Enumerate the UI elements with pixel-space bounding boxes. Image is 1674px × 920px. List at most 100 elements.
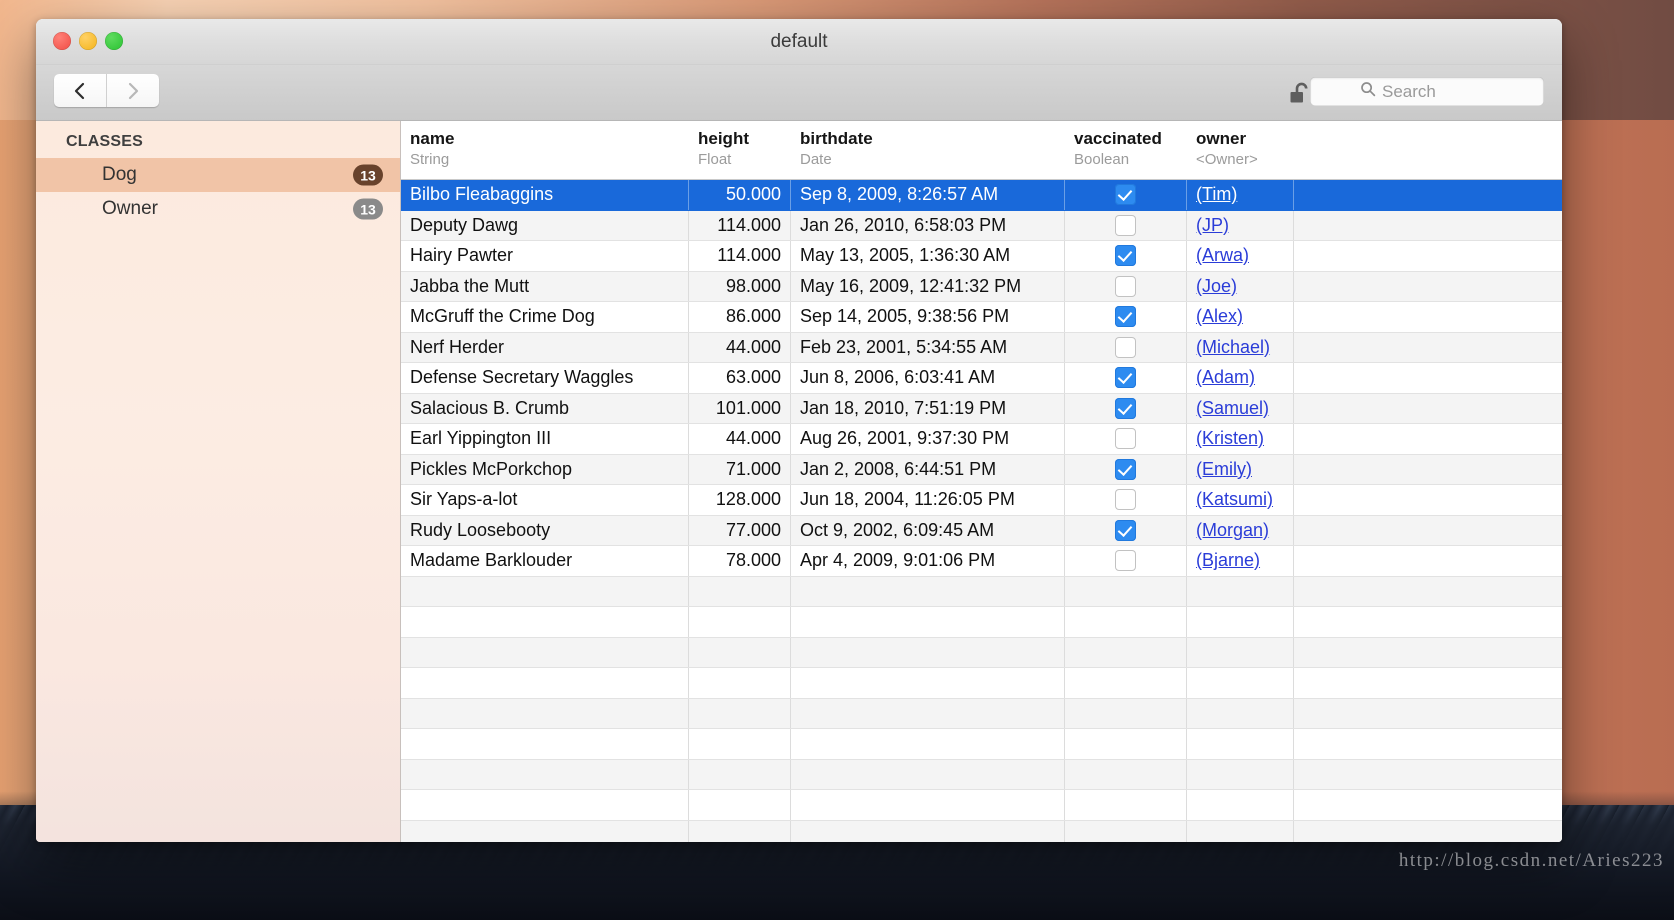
table-row-empty[interactable]: [401, 607, 1562, 638]
owner-link[interactable]: (Arwa): [1196, 245, 1249, 266]
sidebar-item-owner[interactable]: Owner 13: [36, 192, 400, 226]
cell-empty: [1187, 698, 1294, 728]
table-row-empty[interactable]: [401, 668, 1562, 699]
cell-filler: [1294, 241, 1562, 271]
table-row[interactable]: Salacious B. Crumb 101.000 Jan 18, 2010, 7…: [401, 393, 1562, 424]
table-row[interactable]: Pickles McPorkchop 71.000 Jan 2, 2008, 6:4…: [401, 454, 1562, 485]
cell-empty: [1187, 637, 1294, 667]
owner-link[interactable]: (Bjarne): [1196, 550, 1260, 571]
cell-owner: (Morgan): [1187, 515, 1294, 545]
table-row[interactable]: Defense Secretary Waggles 63.000 Jun 8, 20…: [401, 363, 1562, 394]
owner-link[interactable]: (Samuel): [1196, 398, 1269, 419]
sidebar-item-badge: 13: [353, 164, 383, 186]
table-row[interactable]: Deputy Dawg 114.000 Jan 26, 2010, 6:58:03 …: [401, 210, 1562, 241]
cell-vaccinated: [1065, 393, 1187, 423]
table-row-empty[interactable]: [401, 790, 1562, 821]
table-row-empty[interactable]: [401, 759, 1562, 790]
checkbox-unchecked[interactable]: [1115, 489, 1136, 511]
cell-empty: [1065, 698, 1187, 728]
owner-link[interactable]: (Katsumi): [1196, 489, 1273, 510]
owner-link[interactable]: (Emily): [1196, 459, 1252, 480]
table-row[interactable]: Earl Yippington III 44.000 Aug 26, 2001, 9…: [401, 424, 1562, 455]
column-header-type: String: [410, 151, 450, 168]
column-header-type: Float: [698, 151, 732, 168]
cell-empty: [1065, 790, 1187, 820]
forward-button[interactable]: [106, 74, 159, 107]
cell-empty: [1294, 638, 1562, 668]
table-row[interactable]: Nerf Herder 44.000 Feb 23, 2001, 5:34:55 A…: [401, 332, 1562, 363]
checkbox-checked[interactable]: [1115, 458, 1136, 480]
owner-link[interactable]: (Alex): [1196, 306, 1243, 327]
cell-vaccinated: [1065, 454, 1187, 484]
table-row-empty[interactable]: [401, 729, 1562, 760]
cell-birthdate: Oct 9, 2002, 6:09:45 AM: [791, 515, 1065, 545]
cell-empty: [689, 790, 791, 820]
cell-empty: [1065, 607, 1187, 637]
checkbox-checked[interactable]: [1115, 397, 1136, 419]
cell-height: 71.000: [689, 454, 791, 484]
owner-link[interactable]: (JP): [1196, 215, 1229, 236]
table-row-empty[interactable]: [401, 576, 1562, 607]
cell-empty: [689, 576, 791, 606]
table-row[interactable]: Hairy Pawter 114.000 May 13, 2005, 1:36:30…: [401, 241, 1562, 272]
cell-filler: [1294, 516, 1562, 546]
checkbox-checked[interactable]: [1115, 519, 1136, 541]
checkbox-checked[interactable]: [1115, 184, 1136, 206]
cell-birthdate: Jun 8, 2006, 6:03:41 AM: [791, 363, 1065, 393]
table-row-empty[interactable]: [401, 698, 1562, 729]
owner-link[interactable]: (Morgan): [1196, 520, 1269, 541]
cell-empty: [401, 637, 689, 667]
owner-link[interactable]: (Kristen): [1196, 428, 1264, 449]
cell-birthdate: Feb 23, 2001, 5:34:55 AM: [791, 332, 1065, 362]
table-row[interactable]: Madame Barklouder 78.000 Apr 4, 2009, 9:01…: [401, 546, 1562, 577]
column-header-vaccinated[interactable]: vaccinated Boolean: [1065, 121, 1187, 179]
cell-empty: [1065, 820, 1187, 842]
cell-empty: [401, 759, 689, 789]
chevron-right-icon: [126, 81, 140, 101]
checkbox-unchecked[interactable]: [1115, 550, 1136, 572]
cell-birthdate: Jun 18, 2004, 11:26:05 PM: [791, 485, 1065, 515]
table-row[interactable]: McGruff the Crime Dog 86.000 Sep 14, 2005,…: [401, 302, 1562, 333]
column-header-birthdate[interactable]: birthdate Date: [791, 121, 1065, 179]
checkbox-unchecked[interactable]: [1115, 336, 1136, 358]
cell-owner: (Samuel): [1187, 393, 1294, 423]
owner-link[interactable]: (Adam): [1196, 367, 1255, 388]
search-field[interactable]: Search: [1310, 77, 1544, 106]
column-header-height[interactable]: height Float: [689, 121, 791, 179]
cell-vaccinated: [1065, 302, 1187, 332]
cell-vaccinated: [1065, 424, 1187, 454]
owner-link[interactable]: (Michael): [1196, 337, 1270, 358]
cell-name: Defense Secretary Waggles: [401, 363, 689, 393]
table-row[interactable]: Sir Yaps-a-lot 128.000 Jun 18, 2004, 11:26…: [401, 485, 1562, 516]
checkbox-checked[interactable]: [1115, 367, 1136, 389]
cell-empty: [1187, 759, 1294, 789]
cell-name: Hairy Pawter: [401, 241, 689, 271]
table-row-empty[interactable]: [401, 820, 1562, 842]
search-icon: [1360, 81, 1376, 102]
checkbox-checked[interactable]: [1115, 245, 1136, 267]
checkbox-checked[interactable]: [1115, 306, 1136, 328]
column-header-name[interactable]: name String: [401, 121, 689, 179]
cell-empty: [1065, 729, 1187, 759]
owner-link[interactable]: (Tim): [1196, 184, 1237, 205]
table-row[interactable]: Rudy Loosebooty 77.000 Oct 9, 2002, 6:09:4…: [401, 515, 1562, 546]
checkbox-unchecked[interactable]: [1115, 214, 1136, 236]
back-button[interactable]: [54, 74, 106, 107]
column-header-type: Boolean: [1074, 151, 1130, 168]
sidebar-item-dog[interactable]: Dog 13: [36, 158, 400, 192]
cell-empty: [401, 607, 689, 637]
checkbox-unchecked[interactable]: [1115, 275, 1136, 297]
checkbox-unchecked[interactable]: [1115, 428, 1136, 450]
window-title: default: [770, 31, 828, 52]
column-header-owner[interactable]: owner <Owner>: [1187, 121, 1294, 179]
cell-vaccinated: [1065, 241, 1187, 271]
owner-link[interactable]: (Joe): [1196, 276, 1237, 297]
table-row[interactable]: Bilbo Fleabaggins 50.000 Sep 8, 2009, 8:26…: [401, 180, 1562, 211]
cell-vaccinated: [1065, 515, 1187, 545]
table-row-empty[interactable]: [401, 637, 1562, 668]
cell-owner: (Tim): [1187, 180, 1294, 210]
table-row[interactable]: Jabba the Mutt 98.000 May 16, 2009, 12:41:…: [401, 271, 1562, 302]
cell-empty: [689, 637, 791, 667]
cell-birthdate: May 13, 2005, 1:36:30 AM: [791, 241, 1065, 271]
cell-birthdate: May 16, 2009, 12:41:32 PM: [791, 271, 1065, 301]
